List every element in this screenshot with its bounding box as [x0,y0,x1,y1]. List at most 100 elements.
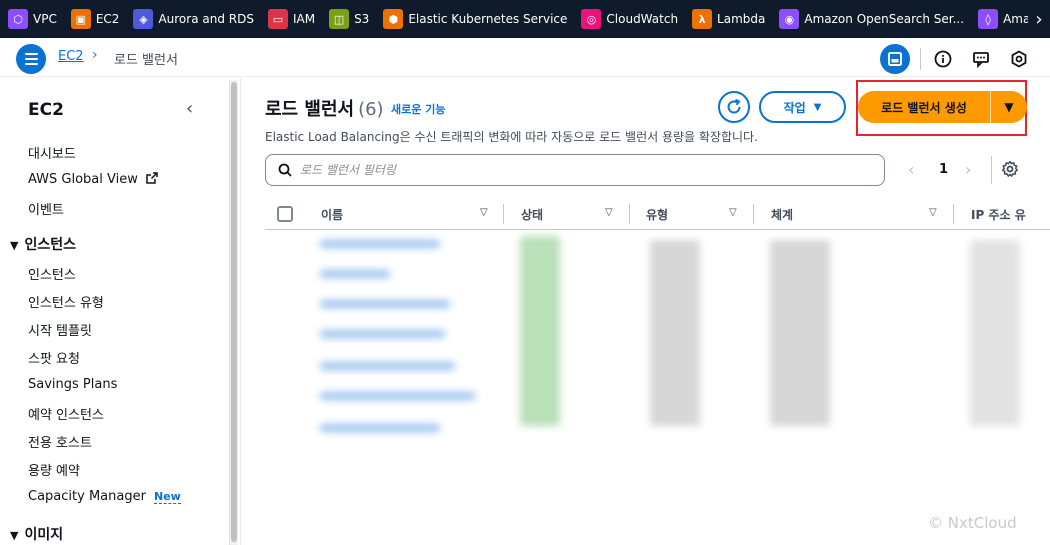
chevron-right-icon[interactable]: › [1028,0,1050,38]
favorite-label: IAM [292,12,316,26]
sidebar-item-global-view[interactable]: AWS Global View [28,172,158,187]
sidebar-section-images[interactable]: ▼ 이미지 [10,524,63,544]
favorite-label: VPC [33,12,57,26]
sidebar-item-capacity-manager[interactable]: Capacity Manager New [28,489,181,504]
sidebar-item-reserved-instances[interactable]: 예약 인스턴스 [28,404,104,423]
filter-input[interactable] [300,163,860,177]
column-divider[interactable] [753,204,754,224]
favorites-bar: ⬡ VPC ▣ EC2 ◈ Aurora and RDS ▭ IAM ◫ S3 … [0,0,1050,38]
service-icon: ◊ [978,9,999,29]
column-header-type[interactable]: 유형 [646,206,668,223]
table-body-blurred [265,232,1050,432]
sidebar-section-instances[interactable]: ▼ 인스턴스 [10,234,76,254]
ec2-icon: ▣ [70,9,91,29]
favorite-label: S3 [354,12,370,26]
main-content: 로드 밸런서 (6) 새로운 기능 Elastic Load Balancing은… [241,78,1050,545]
feedback-icon[interactable] [966,44,996,74]
breadcrumb-bar: EC2 › 로드 밸런서 [0,38,1050,77]
favorite-s3[interactable]: ◫ S3 [329,0,369,38]
favorite-eks[interactable]: ⬢ Elastic Kubernetes Service [383,0,567,38]
gear-icon[interactable] [1001,160,1019,182]
favorite-label: Lambda [717,12,766,26]
section-label: 인스턴스 [24,237,76,253]
column-header-name[interactable]: 이름 [321,206,343,223]
sidebar-item-spot-requests[interactable]: 스팟 요청 [28,348,80,367]
lambda-icon: λ [692,9,713,29]
split-panel-icon[interactable] [880,44,910,74]
page-description: Elastic Load Balancing은 수신 트래픽의 변화에 따라 자… [265,130,758,144]
opensearch-icon: ◉ [779,9,800,29]
table-row [320,240,440,248]
breadcrumb-ec2-link[interactable]: EC2 [58,49,84,64]
side-nav-title[interactable]: EC2 [28,100,64,120]
sidebar-item-dashboard[interactable]: 대시보드 [28,143,76,162]
sort-caret-icon[interactable]: ▽ [605,207,613,218]
actions-button[interactable]: 작업 ▼ [759,91,846,123]
favorite-lambda[interactable]: λ Lambda [692,0,765,38]
table-row [320,270,390,278]
whats-new-link[interactable]: 새로운 기능 [391,101,445,117]
table-row [320,300,450,308]
favorite-vpc[interactable]: ⬡ VPC [8,0,57,38]
chevron-right-icon[interactable]: › [965,160,971,179]
favorite-cloudwatch[interactable]: ◎ CloudWatch [581,0,678,38]
favorite-opensearch[interactable]: ◉ Amazon OpenSearch Ser... [779,0,964,38]
column-divider[interactable] [953,204,954,224]
sort-caret-icon[interactable]: ▽ [929,207,937,218]
column-header-state[interactable]: 상태 [521,206,543,223]
sidebar-item-label: Capacity Manager [28,489,146,504]
chevron-left-icon[interactable]: ‹ [908,160,914,179]
sidebar-item-launch-templates[interactable]: 시작 템플릿 [28,320,92,339]
s3-icon: ◫ [329,9,350,29]
sidebar-scrollbar[interactable] [229,80,238,545]
column-divider[interactable] [503,204,504,224]
type-column [650,240,700,426]
table-row [320,424,440,432]
table-row [320,392,475,400]
table-row [320,330,445,338]
column-divider[interactable] [629,204,630,224]
sort-caret-icon[interactable]: ▽ [480,207,488,218]
chevron-left-icon[interactable]: ‹ [186,98,193,119]
new-badge: New [153,490,181,504]
favorite-label: Aurora and RDS [158,12,254,26]
sidebar-item-savings-plans[interactable]: Savings Plans [28,377,117,392]
refresh-button[interactable] [718,91,750,123]
page-title-text: 로드 밸런서 [265,99,355,120]
caret-down-icon: ▼ [10,239,19,252]
cloudwatch-icon: ◎ [581,9,602,29]
favorite-aurora-rds[interactable]: ◈ Aurora and RDS [133,0,254,38]
column-header-scheme[interactable]: 체계 [771,206,793,223]
caret-down-icon: ▼ [10,529,19,542]
create-button-label: 로드 밸런서 생성 [881,100,967,115]
breadcrumb-current: 로드 밸런서 [114,53,178,68]
sidebar-item-capacity-reservations[interactable]: 용량 예약 [28,460,80,479]
favorite-iam[interactable]: ▭ IAM [267,0,316,38]
column-header-ip-type[interactable]: IP 주소 유 [971,206,1026,223]
hexagon-settings-icon[interactable] [1004,44,1034,74]
create-load-balancer-button[interactable]: 로드 밸런서 생성 ▼ [858,91,1027,123]
info-icon[interactable] [928,44,958,74]
watermark: © NxtCloud [928,514,1017,532]
sidebar-item-events[interactable]: 이벤트 [28,199,64,218]
caret-down-icon[interactable]: ▼ [991,100,1027,114]
scheme-column [770,240,830,426]
pagination-divider [991,156,992,184]
sidebar-item-dedicated-hosts[interactable]: 전용 호스트 [28,432,92,451]
refresh-icon [727,98,741,114]
external-link-icon [146,172,158,184]
sidebar-item-instance-types[interactable]: 인스턴스 유형 [28,292,104,311]
favorite-label: EC2 [95,12,120,26]
favorite-ec2[interactable]: ▣ EC2 [70,0,120,38]
page-number[interactable]: 1 [939,162,948,177]
rds-icon: ◈ [133,9,154,29]
ip-column [970,240,1020,426]
select-all-checkbox[interactable] [277,206,293,222]
sort-caret-icon[interactable]: ▽ [729,207,737,218]
sidebar-item-label: AWS Global View [28,172,138,187]
scrollbar-thumb[interactable] [231,82,237,542]
menu-toggle-button[interactable] [16,44,46,74]
side-navigation: EC2 ‹ 대시보드 AWS Global View 이벤트 ▼ 인스턴스 인스턴… [0,78,228,545]
favorite-label: Elastic Kubernetes Service [408,12,568,26]
sidebar-item-instances[interactable]: 인스턴스 [28,264,76,283]
